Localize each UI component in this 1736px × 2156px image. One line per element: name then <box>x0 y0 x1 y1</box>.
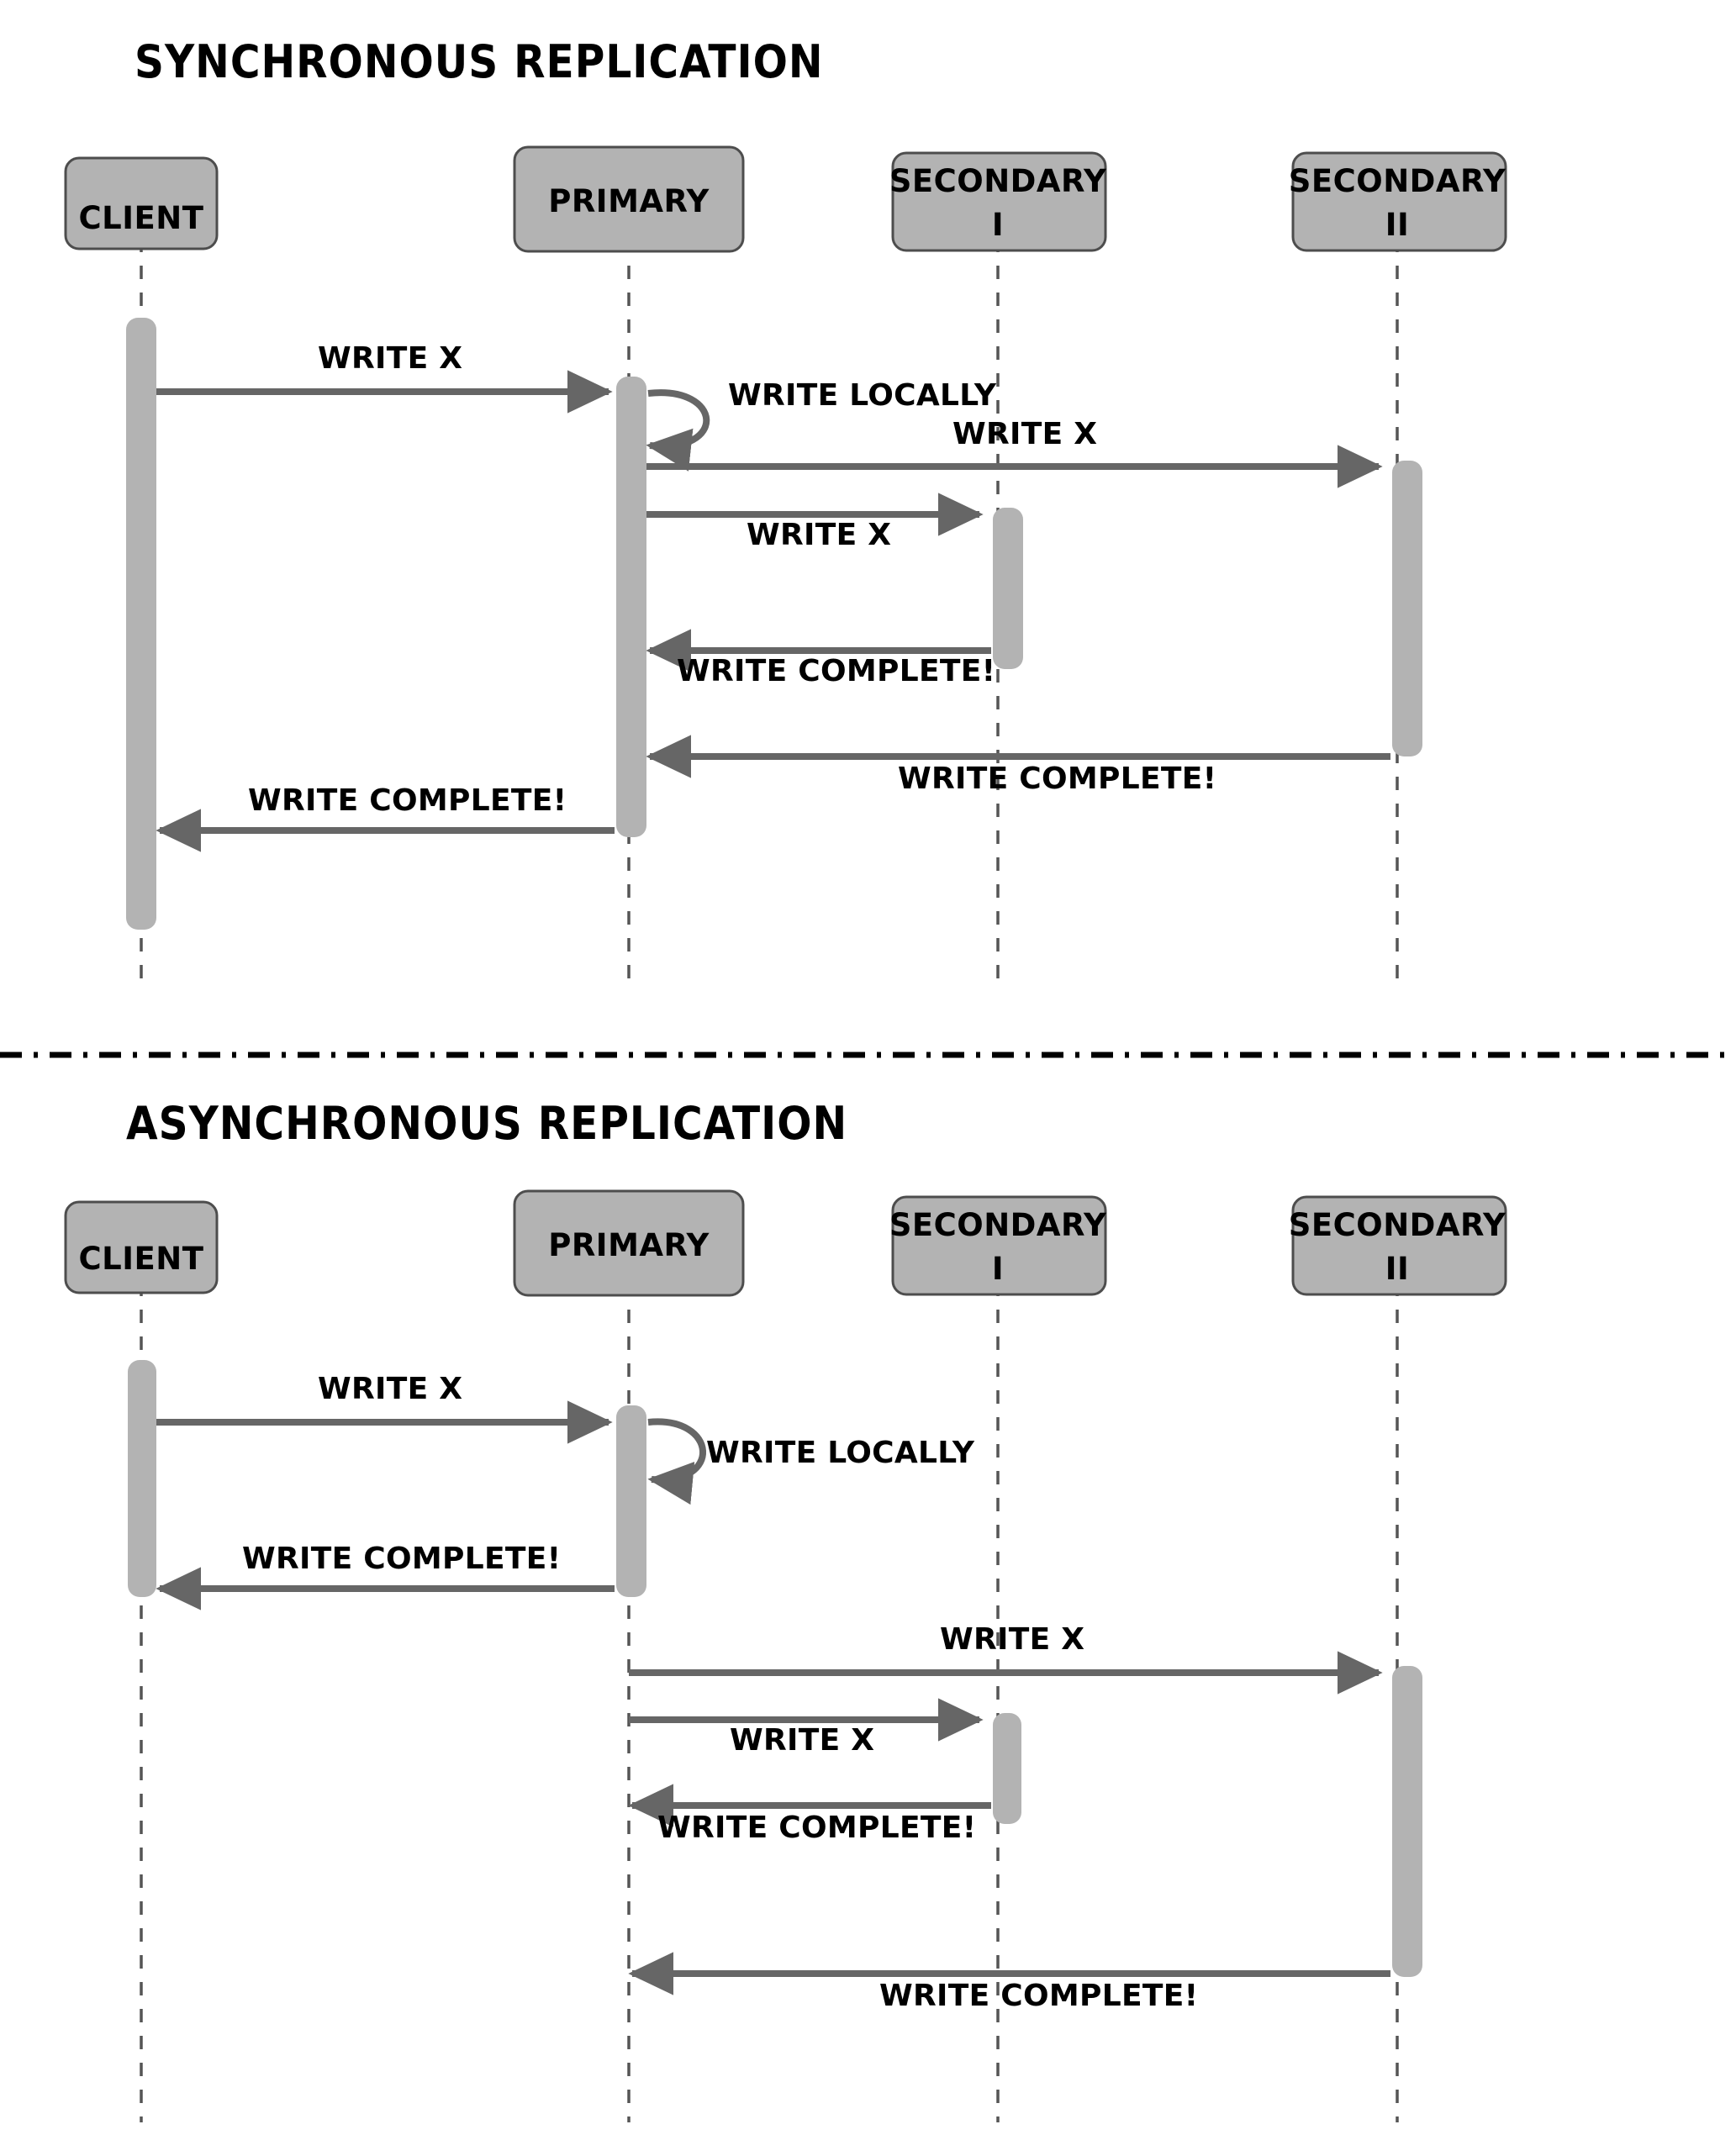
activation-secondary-ii <box>1392 461 1422 756</box>
message-label-write-complete-async-3: WRITE COMPLETE! <box>879 1979 1198 2013</box>
message-label-write-complete-async-1: WRITE COMPLETE! <box>242 1542 561 1576</box>
message-label-write-complete-3: WRITE COMPLETE! <box>248 783 567 818</box>
message-label-write-x-async-1: WRITE X <box>318 1372 462 1406</box>
activation-client <box>126 318 156 930</box>
participant-label-primary: PRIMARY <box>548 183 710 219</box>
message-write-complete-primary-client: WRITE COMPLETE! <box>156 783 615 852</box>
message-write-complete-primary-client-async: WRITE COMPLETE! <box>156 1542 615 1610</box>
diagram-asynchronous: ASYNCHRONOUS REPLICATION CLIENT PRIMARY … <box>64 1097 1507 2122</box>
message-write-locally-self: WRITE LOCALLY <box>646 378 997 472</box>
participant-label-secondary-ii-line1: SECONDARY <box>1289 163 1506 199</box>
participant-secondary-i[interactable]: SECONDARY I <box>889 151 1107 252</box>
participant-label-secondary-ii-async-line1: SECONDARY <box>1289 1207 1506 1243</box>
participant-secondary-ii[interactable]: SECONDARY II <box>1289 151 1507 252</box>
message-write-x-primary-secondary-i-async: WRITE X <box>629 1698 984 1758</box>
participant-label-primary-async: PRIMARY <box>548 1227 710 1263</box>
diagram-title-asynchronous: ASYNCHRONOUS REPLICATION <box>126 1097 847 1150</box>
sequence-diagram-svg: SYNCHRONOUS REPLICATION CLIENT PRIMARY S… <box>0 35 1736 2122</box>
message-write-locally-self-async: WRITE LOCALLY <box>647 1418 975 1505</box>
message-label-write-x-3: WRITE X <box>747 518 891 552</box>
participant-secondary-i-async[interactable]: SECONDARY I <box>889 1195 1107 1296</box>
participant-label-secondary-i-line2: I <box>992 207 1004 243</box>
message-label-write-x-1: WRITE X <box>318 341 462 376</box>
message-write-x-client-primary: WRITE X <box>156 341 613 414</box>
activation-secondary-i <box>993 508 1023 669</box>
message-write-x-primary-secondary-i: WRITE X <box>646 493 984 552</box>
message-label-write-locally-1: WRITE LOCALLY <box>728 378 997 413</box>
diagram-canvas: SYNCHRONOUS REPLICATION CLIENT PRIMARY S… <box>0 0 1736 2156</box>
activation-primary-async <box>616 1405 646 1597</box>
message-write-x-client-primary-async: WRITE X <box>156 1372 613 1444</box>
participant-label-secondary-i-line1: SECONDARY <box>889 163 1107 199</box>
message-label-write-locally-async: WRITE LOCALLY <box>706 1436 975 1470</box>
participant-label-client-async: CLIENT <box>79 1241 204 1277</box>
activation-client-async <box>128 1360 156 1597</box>
diagram-synchronous: SYNCHRONOUS REPLICATION CLIENT PRIMARY S… <box>64 35 1507 979</box>
message-label-write-complete-2: WRITE COMPLETE! <box>898 762 1216 796</box>
participant-label-secondary-ii-line2: II <box>1385 207 1410 243</box>
activation-secondary-ii-async <box>1392 1666 1422 1977</box>
message-write-complete-secondary-i-primary-async: WRITE COMPLETE! <box>628 1784 991 1845</box>
participant-label-secondary-ii-async-line2: II <box>1385 1251 1410 1287</box>
participant-label-client: CLIENT <box>79 200 204 236</box>
message-label-write-complete-async-2: WRITE COMPLETE! <box>657 1811 976 1845</box>
participant-primary[interactable]: PRIMARY <box>513 145 745 253</box>
message-write-complete-secondary-ii-primary-async: WRITE COMPLETE! <box>628 1952 1390 2013</box>
message-label-write-x-async-3: WRITE X <box>730 1723 874 1758</box>
diagram-title-synchronous: SYNCHRONOUS REPLICATION <box>135 35 824 88</box>
participant-secondary-ii-async[interactable]: SECONDARY II <box>1289 1195 1507 1296</box>
participant-label-secondary-i-async-line2: I <box>992 1251 1004 1287</box>
message-write-x-primary-secondary-ii-async: WRITE X <box>629 1622 1383 1695</box>
message-label-write-complete-1: WRITE COMPLETE! <box>677 654 995 688</box>
participant-label-secondary-i-async-line1: SECONDARY <box>889 1207 1107 1243</box>
participant-client-async[interactable]: CLIENT <box>64 1200 219 1294</box>
message-label-write-x-2: WRITE X <box>952 417 1097 451</box>
message-label-write-x-async-2: WRITE X <box>940 1622 1084 1657</box>
message-write-x-primary-secondary-ii: WRITE X <box>646 417 1383 488</box>
message-write-complete-secondary-i-primary: WRITE COMPLETE! <box>646 629 995 688</box>
activation-primary <box>616 377 646 837</box>
participant-client[interactable]: CLIENT <box>64 156 219 250</box>
participant-primary-async[interactable]: PRIMARY <box>513 1189 745 1297</box>
activation-secondary-i-async <box>993 1713 1021 1824</box>
message-write-complete-secondary-ii-primary: WRITE COMPLETE! <box>646 735 1390 796</box>
